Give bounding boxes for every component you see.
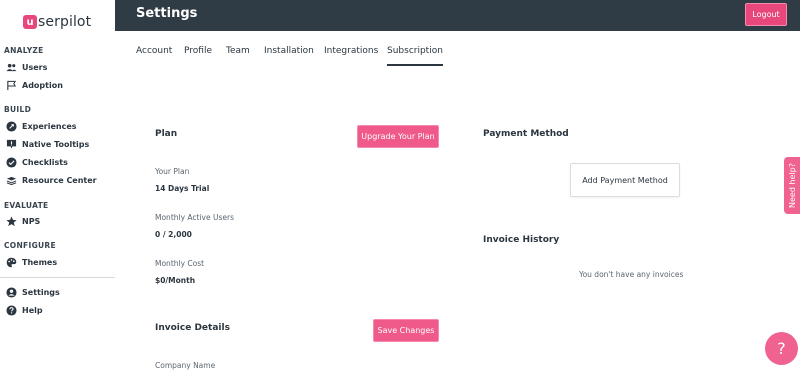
sidebar-item-adoption[interactable]: Adoption <box>6 77 63 93</box>
flag-icon <box>6 80 17 91</box>
tab-account[interactable]: Account <box>136 46 172 66</box>
upgrade-plan-button[interactable]: Upgrade Your Plan <box>357 125 439 148</box>
tab-profile[interactable]: Profile <box>184 46 212 66</box>
sidebar-item-label: Adoption <box>22 80 63 90</box>
tab-installation[interactable]: Installation <box>264 46 314 66</box>
check-circle-icon <box>6 156 17 168</box>
plan-heading: Plan <box>155 129 178 139</box>
sidebar-item-experiences[interactable]: Experiences <box>6 118 77 134</box>
sidebar-item-checklists[interactable]: Checklists <box>6 154 68 170</box>
tab-team[interactable]: Team <box>226 46 250 66</box>
question-circle-icon <box>6 304 17 316</box>
sidebar-item-label: Help <box>22 305 43 315</box>
tab-subscription[interactable]: Subscription <box>387 46 443 66</box>
your-plan-label: Your Plan <box>155 167 190 176</box>
mau-label: Monthly Active Users <box>155 213 234 222</box>
sidebar-item-label: Users <box>22 62 48 72</box>
company-name-label: Company Name <box>155 361 216 370</box>
add-payment-method-button[interactable]: Add Payment Method <box>570 163 680 197</box>
sidebar-item-label: Themes <box>22 257 58 267</box>
monthly-cost-value: $0/Month <box>155 276 196 285</box>
section-label-evaluate: EVALUATE <box>4 201 49 210</box>
sidebar-item-label: Settings <box>22 287 60 297</box>
logo[interactable]: u serpilot <box>23 13 91 31</box>
star-icon <box>6 215 17 227</box>
sidebar-item-themes[interactable]: Themes <box>6 254 57 270</box>
users-icon <box>6 62 17 73</box>
tab-integrations[interactable]: Integrations <box>324 46 378 66</box>
section-label-build: BUILD <box>4 105 32 114</box>
help-fab-label: ? <box>777 339 786 358</box>
sidebar: u serpilot ANALYZE Users Adoption BUILD … <box>0 0 115 372</box>
save-changes-button[interactable]: Save Changes <box>373 319 439 342</box>
sidebar-item-settings[interactable]: Settings <box>6 284 60 300</box>
sidebar-item-resource-center[interactable]: Resource Center <box>6 172 97 188</box>
page-title: Settings <box>136 6 198 21</box>
mau-value: 0 / 2,000 <box>155 230 192 239</box>
top-bar: Settings Logout <box>115 0 800 31</box>
sidebar-item-nps[interactable]: NPS <box>6 213 40 229</box>
sidebar-item-label: Native Tooltips <box>22 139 90 149</box>
sidebar-item-label: Resource Center <box>22 175 97 185</box>
invoice-details-heading: Invoice Details <box>155 323 230 333</box>
monthly-cost-label: Monthly Cost <box>155 259 205 268</box>
book-icon <box>6 175 17 186</box>
tooltip-icon <box>6 139 17 150</box>
no-invoices-text: You don't have any invoices <box>579 270 684 279</box>
logout-button[interactable]: Logout <box>745 3 787 26</box>
need-help-tab[interactable]: Need help? <box>784 157 800 214</box>
sidebar-item-label: Checklists <box>22 157 68 167</box>
need-help-label: Need help? <box>787 163 797 208</box>
sidebar-divider <box>0 277 115 278</box>
sidebar-item-label: Experiences <box>22 121 77 131</box>
sidebar-item-users[interactable]: Users <box>6 59 47 75</box>
logo-text: serpilot <box>38 14 92 30</box>
sidebar-item-label: NPS <box>22 216 41 226</box>
sidebar-item-help[interactable]: Help <box>6 302 43 318</box>
user-circle-icon <box>6 286 17 298</box>
your-plan-value: 14 Days Trial <box>155 184 210 193</box>
palette-icon <box>6 257 17 268</box>
section-label-analyze: ANALYZE <box>4 46 44 55</box>
logo-badge: u <box>23 15 37 29</box>
section-label-configure: CONFIGURE <box>4 241 56 250</box>
rocket-icon <box>6 120 17 132</box>
help-fab-button[interactable]: ? <box>765 332 798 365</box>
sidebar-item-native-tooltips[interactable]: Native Tooltips <box>6 136 89 152</box>
invoice-history-heading: Invoice History <box>483 235 560 245</box>
payment-method-heading: Payment Method <box>483 129 569 139</box>
